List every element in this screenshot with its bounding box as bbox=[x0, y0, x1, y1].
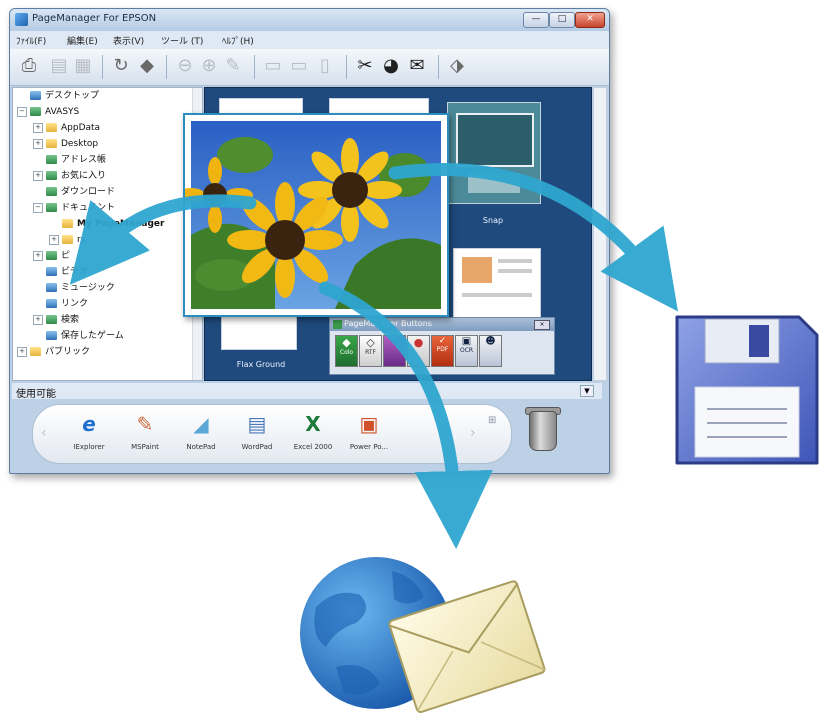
globe-email-icon bbox=[300, 557, 546, 714]
arrow-to-email bbox=[318, 281, 493, 549]
arrow-to-floppy bbox=[388, 163, 679, 312]
arrow-to-folder bbox=[69, 194, 257, 285]
floppy-disk-icon bbox=[675, 315, 819, 465]
